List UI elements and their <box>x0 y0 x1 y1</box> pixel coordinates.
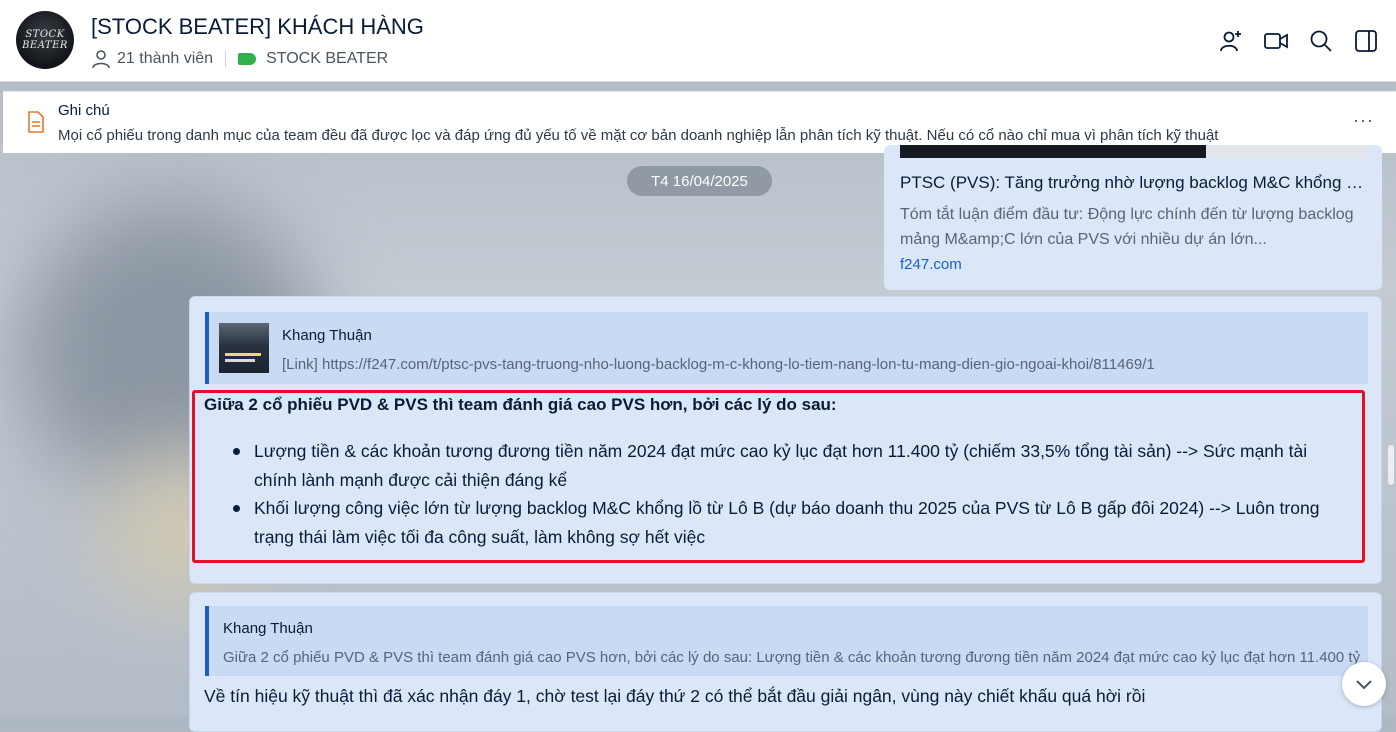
reply-quote[interactable]: Khang Thuận Giữa 2 cổ phiếu PVD & PVS th… <box>205 606 1368 676</box>
side-panel-button[interactable] <box>1351 26 1381 56</box>
search-button[interactable] <box>1306 26 1336 56</box>
link-preview-card[interactable]: PTSC (PVS): Tăng trưởng nhờ lượng backlo… <box>884 145 1382 290</box>
link-title[interactable]: PTSC (PVS): Tăng trưởng nhờ lượng backlo… <box>900 173 1366 193</box>
avatar-text: STOCK <box>25 29 65 40</box>
member-icon <box>92 50 110 69</box>
message-heading: Giữa 2 cổ phiếu PVD & PVS thì team đánh … <box>204 395 837 414</box>
divider <box>225 51 227 67</box>
note-text: Mọi cổ phiếu trong danh mục của team đều… <box>58 127 1219 144</box>
group-subtitle: 21 thành viên STOCK BEATER <box>91 49 388 69</box>
chat-header: STOCK BEATER [STOCK BEATER] KHÁCH HÀNG 2… <box>0 0 1396 82</box>
list-item: Khối lượng công việc lớn từ lượng backlo… <box>204 494 1354 551</box>
add-member-icon <box>1220 31 1241 52</box>
side-panel-icon <box>1355 30 1377 52</box>
date-separator: T4 16/04/2025 <box>627 166 772 196</box>
bullet-list: Lượng tiền & các khoản tương đương tiền … <box>204 437 1354 551</box>
group-avatar[interactable]: STOCK BEATER <box>16 11 74 69</box>
quote-thumbnail <box>219 323 269 373</box>
video-call-button[interactable] <box>1261 26 1291 56</box>
video-call-icon <box>1264 33 1288 49</box>
avatar-text: BEATER <box>22 40 68 51</box>
quote-author: Khang Thuận <box>282 327 372 344</box>
message-text: Về tín hiệu kỹ thuật thì đã xác nhận đáy… <box>204 686 1146 706</box>
list-item-text: Lượng tiền & các khoản tương đương tiền … <box>254 441 1308 490</box>
group-title[interactable]: [STOCK BEATER] KHÁCH HÀNG <box>91 14 424 40</box>
list-item: Lượng tiền & các khoản tương đương tiền … <box>204 437 1354 494</box>
link-preview-image <box>900 145 1366 158</box>
search-icon <box>1310 30 1332 52</box>
scroll-to-bottom-button[interactable] <box>1342 662 1386 706</box>
more-options-icon[interactable]: ··· <box>1353 110 1374 131</box>
bullet-dot <box>233 505 240 512</box>
reply-quote[interactable]: Khang Thuận [Link] https://f247.com/t/pt… <box>205 312 1368 384</box>
pinned-note[interactable]: Ghi chú Mọi cổ phiếu trong danh mục của … <box>3 91 1396 153</box>
header-actions <box>1216 26 1396 56</box>
group-tag[interactable]: STOCK BEATER <box>266 50 388 68</box>
quote-text: [Link] https://f247.com/t/ptsc-pvs-tang-… <box>282 356 1155 373</box>
tag-icon <box>238 53 257 65</box>
quote-text: Giữa 2 cổ phiếu PVD & PVS thì team đánh … <box>223 649 1361 666</box>
member-count[interactable]: 21 thành viên <box>117 50 213 68</box>
message-bubble[interactable]: Khang Thuận Giữa 2 cổ phiếu PVD & PVS th… <box>189 592 1382 732</box>
note-icon <box>28 111 44 133</box>
note-label: Ghi chú <box>58 102 110 119</box>
chevron-down-icon <box>1356 680 1372 690</box>
list-item-text: Khối lượng công việc lớn từ lượng backlo… <box>254 498 1320 547</box>
scrollbar[interactable] <box>1388 445 1394 485</box>
bullet-dot <box>233 448 240 455</box>
link-description: Tóm tắt luận điểm đầu tư: Động lực chính… <box>900 206 1354 248</box>
link-domain[interactable]: f247.com <box>900 256 962 273</box>
quote-author: Khang Thuận <box>223 620 313 637</box>
add-member-button[interactable] <box>1216 26 1246 56</box>
